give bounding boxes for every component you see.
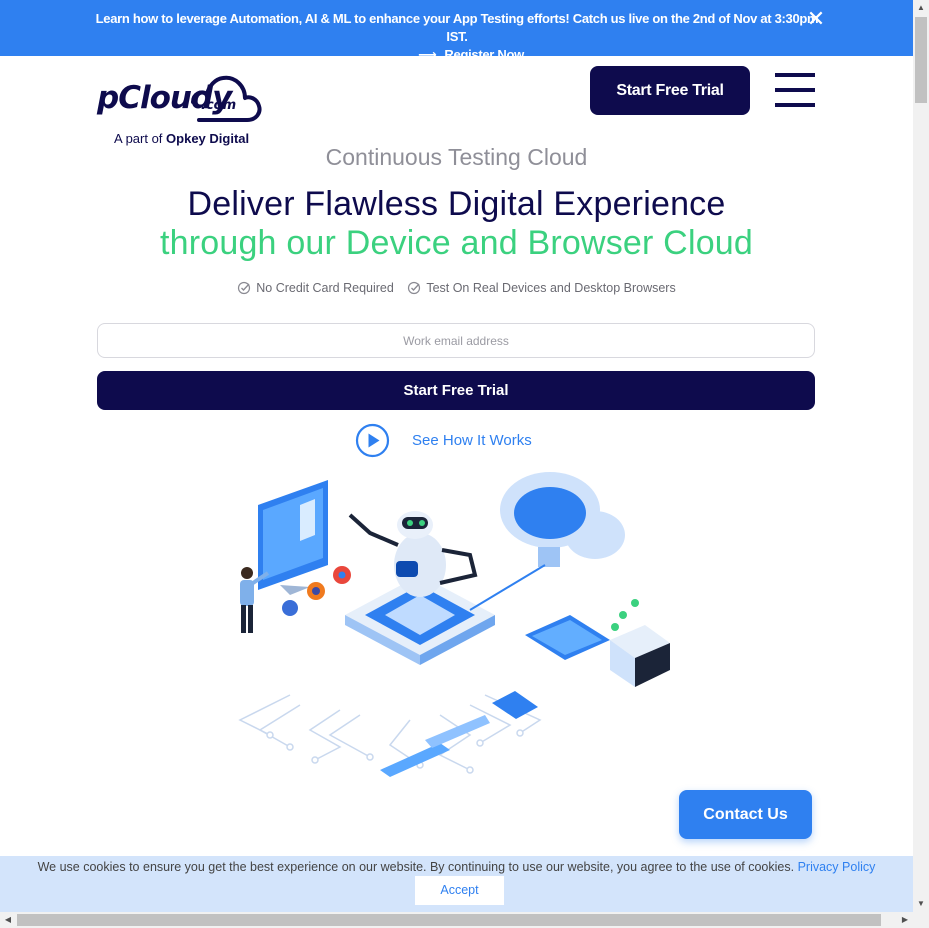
cookie-text-block: We use cookies to ensure you get the bes…: [0, 860, 913, 874]
app-icon: [282, 600, 298, 616]
work-email-input[interactable]: [97, 323, 815, 358]
person-illustration: [240, 567, 270, 633]
close-icon[interactable]: ✕: [806, 8, 826, 30]
hero-headline-line1: Deliver Flawless Digital Experience: [187, 185, 726, 223]
check-circle-icon: [408, 281, 421, 295]
accept-cookies-button[interactable]: Accept: [415, 876, 504, 905]
hero-features: No Credit Card Required Test On Real Dev…: [0, 281, 913, 298]
see-how-it-works-link[interactable]: See How It Works: [355, 423, 532, 457]
tablet-illustration: [525, 615, 610, 660]
robot-illustration: [348, 511, 478, 597]
announcement-bar: Learn how to leverage Automation, AI & M…: [0, 0, 913, 62]
announcement-message: Learn how to leverage Automation, AI & M…: [95, 11, 819, 44]
hero-illustration: [238, 472, 670, 777]
pcloudy-logo[interactable]: pCloudy .com A part of Opkey Digital: [97, 68, 267, 150]
cookie-banner: We use cookies to ensure you get the bes…: [0, 856, 913, 912]
horizontal-scrollbar[interactable]: ◀ ▶: [0, 912, 913, 928]
smartwatch-illustration: [380, 715, 490, 777]
header-start-free-trial-button[interactable]: Start Free Trial: [590, 66, 750, 115]
vertical-scroll-thumb[interactable]: [915, 17, 927, 103]
feature-label: No Credit Card Required: [256, 281, 394, 295]
contact-us-button[interactable]: Contact Us: [679, 790, 812, 839]
scrollbar-corner: [913, 912, 929, 928]
logo-suffix: .com: [201, 98, 237, 113]
check-circle-icon: [238, 281, 251, 295]
see-how-it-works-label: See How It Works: [412, 431, 532, 449]
hero-eyebrow: Continuous Testing Cloud: [325, 144, 588, 170]
monitor-illustration: [258, 480, 328, 595]
feature-item: No Credit Card Required: [237, 281, 394, 295]
play-circle-icon[interactable]: [355, 423, 390, 458]
scroll-down-arrow-icon[interactable]: ▼: [913, 896, 929, 912]
feature-item: Test On Real Devices and Desktop Browser…: [407, 281, 676, 295]
scroll-left-arrow-icon[interactable]: ◀: [0, 912, 16, 928]
phone-illustration: [492, 691, 538, 719]
scroll-up-arrow-icon[interactable]: ▲: [913, 0, 929, 16]
cookie-message: We use cookies to ensure you get the bes…: [37, 860, 795, 874]
horizontal-scroll-thumb[interactable]: [17, 914, 881, 926]
hamburger-menu-icon[interactable]: [775, 73, 815, 107]
circuit-lines-illustration: [238, 694, 542, 774]
feature-label: Test On Real Devices and Desktop Browser…: [426, 281, 676, 295]
hero-headline-line2: through our Device and Browser Cloud: [159, 224, 754, 262]
scroll-right-arrow-icon[interactable]: ▶: [897, 912, 913, 928]
announcement-text-block: Learn how to leverage Automation, AI & M…: [92, 10, 822, 64]
arrow-right-icon: ⟶: [418, 47, 437, 62]
cloud-server-illustration: [469, 472, 625, 611]
privacy-policy-link[interactable]: Privacy Policy: [798, 860, 876, 874]
hero-start-free-trial-button[interactable]: Start Free Trial: [97, 371, 815, 410]
register-now-link[interactable]: Register Now: [444, 47, 524, 62]
devops-cube-illustration: [610, 599, 670, 687]
vertical-scrollbar[interactable]: ▲ ▼: [913, 0, 929, 912]
